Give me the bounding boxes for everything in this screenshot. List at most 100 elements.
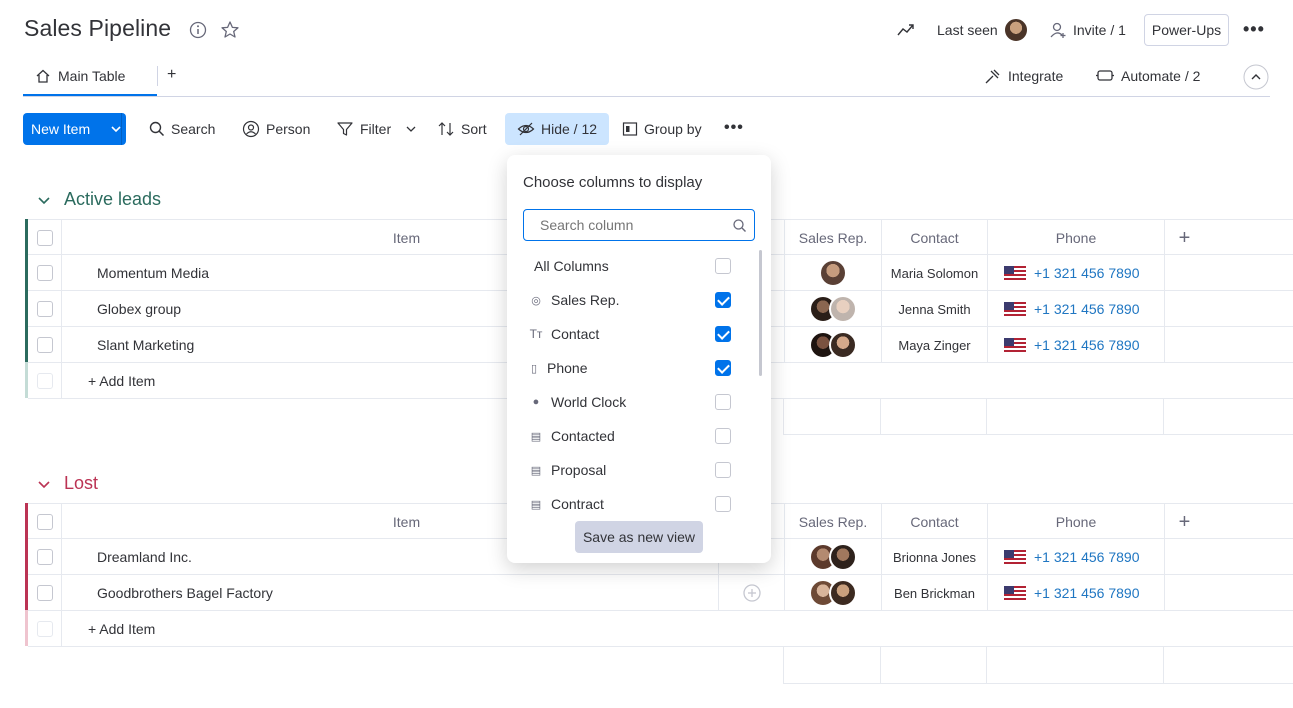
add-column-button[interactable]: + [1164, 504, 1204, 540]
row-checkbox[interactable] [37, 301, 53, 317]
sales-rep-cell[interactable] [784, 291, 881, 327]
hide-columns-button[interactable]: Hide / 12 [505, 113, 610, 145]
phone-cell[interactable]: +1 321 456 7890 [987, 327, 1164, 363]
contact-cell[interactable]: Maya Zinger [881, 327, 987, 363]
phone-cell[interactable]: +1 321 456 7890 [987, 575, 1164, 611]
last-seen-label[interactable]: Last seen [937, 22, 998, 38]
option-checkbox[interactable] [715, 292, 731, 308]
search-button[interactable]: Search [149, 113, 215, 145]
popup-scrollbar[interactable] [759, 250, 762, 376]
hide-columns-popup: Choose columns to display All Columns ◎ … [507, 155, 771, 563]
activity-icon[interactable] [897, 22, 915, 38]
contact-cell[interactable]: Brionna Jones [881, 539, 987, 575]
contact-cell[interactable]: Jenna Smith [881, 291, 987, 327]
sales-rep-cell[interactable] [784, 539, 881, 575]
phone-number[interactable]: +1 321 456 7890 [1034, 337, 1140, 353]
search-column-field[interactable] [523, 209, 755, 241]
add-column-button[interactable]: + [1164, 220, 1204, 256]
option-checkbox[interactable] [715, 496, 731, 512]
chevron-down-icon[interactable] [37, 193, 51, 207]
phone-number[interactable]: +1 321 456 7890 [1034, 585, 1140, 601]
contact-cell[interactable]: Maria Solomon [881, 255, 987, 291]
collapse-header-icon[interactable] [1243, 64, 1269, 90]
column-option-contact[interactable]: Tт Contact [529, 317, 733, 351]
save-as-new-view-button[interactable]: Save as new view [575, 521, 703, 553]
invite-button[interactable]: Invite / 1 [1073, 22, 1126, 38]
option-checkbox[interactable] [715, 462, 731, 478]
home-icon [36, 69, 50, 83]
filter-button[interactable]: Filter [336, 113, 419, 145]
item-name[interactable]: Goodbrothers Bagel Factory [61, 575, 718, 611]
row-checkbox[interactable] [37, 265, 53, 281]
column-option-world-clock[interactable]: ● World Clock [529, 385, 733, 419]
sort-label: Sort [461, 121, 487, 137]
column-header-phone[interactable]: Phone [987, 220, 1164, 256]
option-label: Contacted [551, 428, 615, 444]
add-item-row[interactable]: + Add Item [28, 611, 1293, 647]
new-item-label[interactable]: New Item [31, 121, 90, 137]
new-item-button[interactable]: New Item [23, 113, 126, 145]
phone-cell[interactable]: +1 321 456 7890 [987, 291, 1164, 327]
option-checkbox[interactable] [715, 326, 731, 342]
phone-number[interactable]: +1 321 456 7890 [1034, 549, 1140, 565]
column-option-contacted[interactable]: ▤ Contacted [529, 419, 733, 453]
column-option-contract[interactable]: ▤ Contract [529, 487, 733, 521]
more-toolbar-icon[interactable]: ••• [724, 119, 744, 137]
row-checkbox[interactable] [37, 549, 53, 565]
integrate-button[interactable]: Integrate [1008, 68, 1063, 84]
select-all-checkbox[interactable] [37, 230, 53, 246]
powerups-button[interactable]: Power-Ups [1144, 14, 1229, 46]
option-checkbox[interactable] [715, 428, 731, 444]
text-column-icon: Tт [529, 327, 543, 341]
sort-button[interactable]: Sort [437, 113, 487, 145]
column-header-phone[interactable]: Phone [987, 504, 1164, 540]
more-options-icon[interactable]: ••• [1243, 19, 1265, 40]
sales-rep-cell[interactable] [784, 255, 881, 291]
group-by-button[interactable]: Group by [622, 113, 702, 145]
contact-cell[interactable]: Ben Brickman [881, 575, 987, 611]
column-option-sales-rep[interactable]: ◎ Sales Rep. [529, 283, 733, 317]
invite-user-icon[interactable] [1049, 21, 1067, 39]
column-header-sales-rep[interactable]: Sales Rep. [784, 220, 881, 256]
sales-rep-cell[interactable] [784, 575, 881, 611]
chevron-down-icon[interactable] [109, 120, 123, 138]
chevron-down-icon[interactable] [37, 477, 51, 491]
phone-number[interactable]: +1 321 456 7890 [1034, 301, 1140, 317]
summary-row [783, 398, 1293, 435]
select-all-checkbox[interactable] [37, 514, 53, 530]
option-checkbox[interactable] [715, 360, 731, 376]
row-checkbox[interactable] [37, 337, 53, 353]
column-header-sales-rep[interactable]: Sales Rep. [784, 504, 881, 540]
row-checkbox[interactable] [37, 585, 53, 601]
avatar[interactable] [1003, 17, 1029, 43]
tab-main-table[interactable]: Main Table [58, 68, 125, 84]
sort-icon [438, 122, 454, 136]
column-option-all[interactable]: All Columns [534, 249, 738, 283]
info-icon[interactable] [189, 21, 207, 39]
phone-cell[interactable]: +1 321 456 7890 [987, 539, 1164, 575]
column-header-contact[interactable]: Contact [881, 504, 987, 540]
option-checkbox[interactable] [715, 258, 731, 274]
chevron-down-icon[interactable] [403, 121, 419, 137]
person-filter-button[interactable]: Person [242, 113, 310, 145]
phone-cell[interactable]: +1 321 456 7890 [987, 255, 1164, 291]
option-label: Proposal [551, 462, 607, 478]
person-label: Person [266, 121, 311, 137]
column-header-contact[interactable]: Contact [881, 220, 987, 256]
automate-button[interactable]: Automate / 2 [1121, 68, 1200, 84]
add-item-button[interactable]: + Add Item [61, 611, 1293, 647]
us-flag-icon [1004, 266, 1026, 280]
add-update-icon[interactable] [742, 583, 762, 603]
search-column-input[interactable] [540, 217, 730, 233]
phone-number[interactable]: +1 321 456 7890 [1034, 265, 1140, 281]
table-row[interactable]: Goodbrothers Bagel Factory Ben Brickman … [28, 575, 1293, 611]
sales-rep-cell[interactable] [784, 327, 881, 363]
group-title-lost[interactable]: Lost [64, 473, 98, 494]
group-title-active-leads[interactable]: Active leads [64, 189, 161, 210]
add-tab-button[interactable]: + [167, 66, 176, 84]
column-option-proposal[interactable]: ▤ Proposal [529, 453, 733, 487]
search-icon [149, 121, 165, 137]
star-icon[interactable] [220, 20, 240, 40]
column-option-phone[interactable]: ▯ Phone [529, 351, 733, 385]
option-checkbox[interactable] [715, 394, 731, 410]
